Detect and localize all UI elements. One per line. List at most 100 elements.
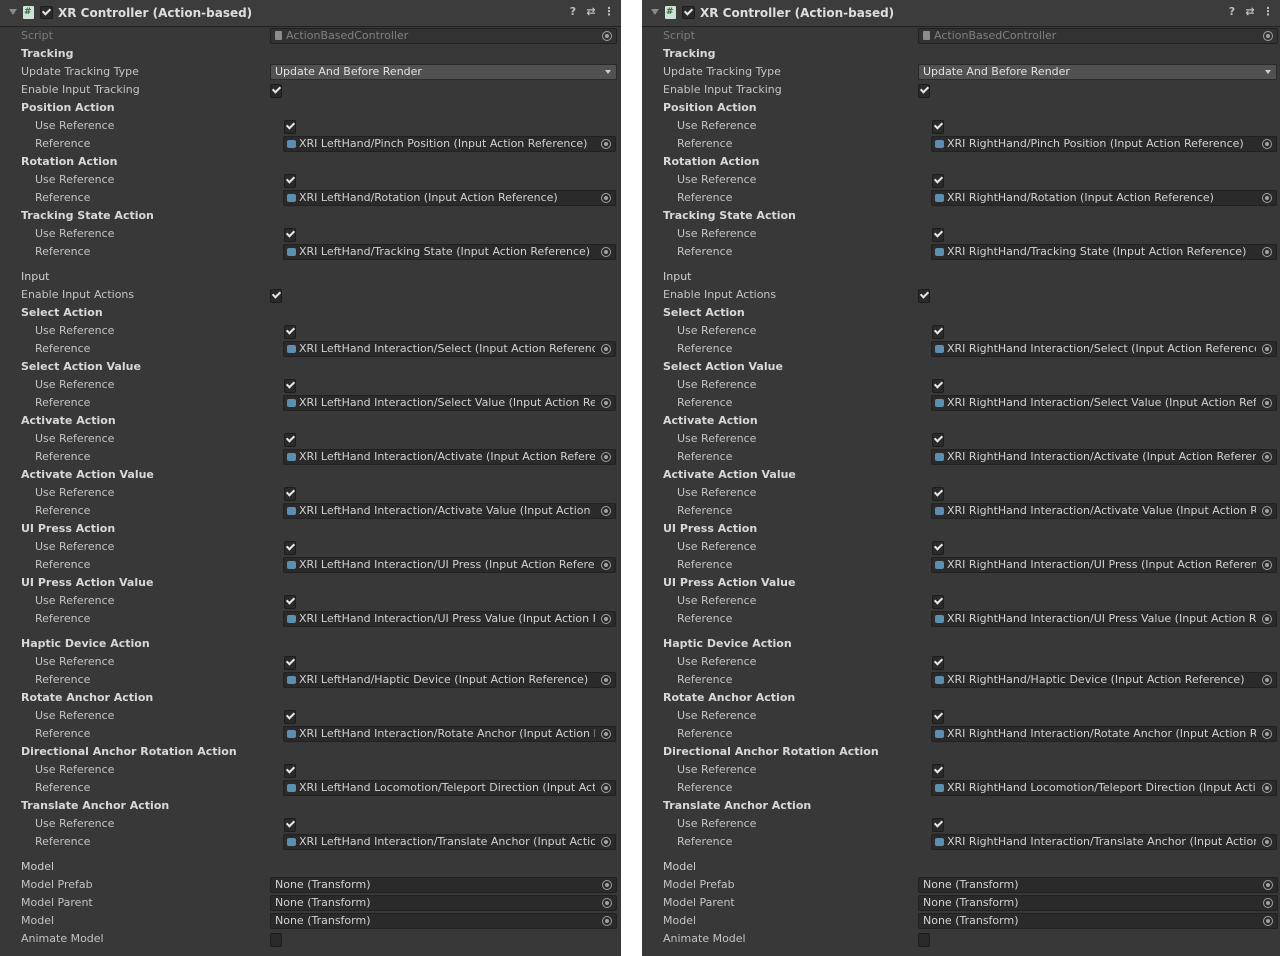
use-reference-checkbox[interactable] <box>932 764 944 778</box>
reference-field[interactable]: XRI LeftHand/Pinch Position (Input Actio… <box>283 136 616 152</box>
reference-field[interactable]: XRI LeftHand/Haptic Device (Input Action… <box>283 672 616 688</box>
use-reference-checkbox[interactable] <box>932 818 944 832</box>
reference-field[interactable]: XRI RightHand Interaction/Rotate Anchor … <box>931 726 1277 742</box>
enable-input-tracking-checkbox[interactable] <box>918 84 930 98</box>
help-icon[interactable]: ? <box>567 5 579 19</box>
object-picker-icon[interactable] <box>601 560 611 570</box>
object-picker-icon[interactable] <box>1262 506 1272 516</box>
enable-input-actions-checkbox[interactable] <box>918 289 930 303</box>
reference-field[interactable]: XRI LeftHand Locomotion/Teleport Directi… <box>283 780 616 796</box>
reference-field[interactable]: XRI LeftHand/Rotation (Input Action Refe… <box>283 190 616 206</box>
reference-field[interactable]: XRI RightHand Interaction/Activate (Inpu… <box>931 449 1277 465</box>
reference-field[interactable]: XRI RightHand/Rotation (Input Action Ref… <box>931 190 1277 206</box>
update-tracking-type-dropdown[interactable]: Update And Before Render <box>270 64 617 80</box>
object-picker-icon[interactable] <box>1262 783 1272 793</box>
object-picker-icon[interactable] <box>601 193 611 203</box>
reference-field[interactable]: XRI RightHand Interaction/UI Press (Inpu… <box>931 557 1277 573</box>
object-picker-icon[interactable] <box>602 880 612 890</box>
model-parent-field[interactable]: None (Transform) <box>270 895 617 911</box>
foldout-arrow-icon[interactable] <box>651 9 659 15</box>
reference-field[interactable]: XRI LeftHand Interaction/Rotate Anchor (… <box>283 726 616 742</box>
object-picker-icon[interactable] <box>1262 139 1272 149</box>
use-reference-checkbox[interactable] <box>932 433 944 447</box>
reference-field[interactable]: XRI RightHand Locomotion/Teleport Direct… <box>931 780 1277 796</box>
use-reference-checkbox[interactable] <box>932 228 944 242</box>
use-reference-checkbox[interactable] <box>932 656 944 670</box>
object-picker-icon[interactable] <box>601 614 611 624</box>
object-picker-icon[interactable] <box>1262 837 1272 847</box>
use-reference-checkbox[interactable] <box>932 541 944 555</box>
foldout-arrow-icon[interactable] <box>9 9 17 15</box>
object-picker-icon[interactable] <box>1262 247 1272 257</box>
use-reference-checkbox[interactable] <box>284 174 296 188</box>
reference-field[interactable]: XRI RightHand Interaction/Select (Input … <box>931 341 1277 357</box>
reference-field[interactable]: XRI RightHand/Tracking State (Input Acti… <box>931 244 1277 260</box>
use-reference-checkbox[interactable] <box>932 325 944 339</box>
update-tracking-type-dropdown[interactable]: Update And Before Render <box>918 64 1277 80</box>
presets-icon[interactable]: ⇄ <box>585 5 597 19</box>
model-field[interactable]: None (Transform) <box>270 913 617 929</box>
object-picker-icon[interactable] <box>1262 729 1272 739</box>
animate-model-checkbox[interactable] <box>270 933 282 947</box>
enable-input-tracking-checkbox[interactable] <box>270 84 282 98</box>
use-reference-checkbox[interactable] <box>284 656 296 670</box>
use-reference-checkbox[interactable] <box>284 595 296 609</box>
enable-input-actions-checkbox[interactable] <box>270 289 282 303</box>
animate-model-checkbox[interactable] <box>918 933 930 947</box>
reference-field[interactable]: XRI RightHand Interaction/Translate Anch… <box>931 834 1277 850</box>
object-picker-icon[interactable] <box>1262 560 1272 570</box>
object-picker-icon[interactable] <box>1262 614 1272 624</box>
object-picker-icon[interactable] <box>1262 193 1272 203</box>
use-reference-checkbox[interactable] <box>284 541 296 555</box>
use-reference-checkbox[interactable] <box>932 710 944 724</box>
reference-field[interactable]: XRI LeftHand Interaction/Select (Input A… <box>283 341 616 357</box>
reference-field[interactable]: XRI RightHand Interaction/Activate Value… <box>931 503 1277 519</box>
object-picker-icon[interactable] <box>601 729 611 739</box>
use-reference-checkbox[interactable] <box>932 379 944 393</box>
object-picker-icon[interactable] <box>1263 880 1273 890</box>
use-reference-checkbox[interactable] <box>284 325 296 339</box>
help-icon[interactable]: ? <box>1226 5 1238 19</box>
reference-field[interactable]: XRI RightHand Interaction/UI Press Value… <box>931 611 1277 627</box>
component-enabled-checkbox[interactable] <box>40 6 53 19</box>
use-reference-checkbox[interactable] <box>932 120 944 134</box>
object-picker-icon[interactable] <box>601 837 611 847</box>
object-picker-icon[interactable] <box>602 898 612 908</box>
object-picker-icon[interactable] <box>601 452 611 462</box>
use-reference-checkbox[interactable] <box>284 487 296 501</box>
use-reference-checkbox[interactable] <box>284 764 296 778</box>
more-options-icon[interactable]: ⋮ <box>603 5 615 19</box>
object-picker-icon[interactable] <box>601 398 611 408</box>
reference-field[interactable]: XRI LeftHand Interaction/Activate Value … <box>283 503 616 519</box>
use-reference-checkbox[interactable] <box>284 228 296 242</box>
use-reference-checkbox[interactable] <box>284 120 296 134</box>
reference-field[interactable]: XRI LeftHand Interaction/Translate Ancho… <box>283 834 616 850</box>
object-picker-icon[interactable] <box>1262 344 1272 354</box>
use-reference-checkbox[interactable] <box>284 710 296 724</box>
reference-field[interactable]: XRI RightHand/Haptic Device (Input Actio… <box>931 672 1277 688</box>
reference-field[interactable]: XRI LeftHand Interaction/Activate (Input… <box>283 449 616 465</box>
model-prefab-field[interactable]: None (Transform) <box>918 877 1278 893</box>
object-picker-icon[interactable] <box>1262 675 1272 685</box>
use-reference-checkbox[interactable] <box>932 174 944 188</box>
use-reference-checkbox[interactable] <box>932 487 944 501</box>
object-picker-icon[interactable] <box>1263 916 1273 926</box>
reference-field[interactable]: XRI LeftHand Interaction/UI Press Value … <box>283 611 616 627</box>
object-picker-icon[interactable] <box>601 139 611 149</box>
use-reference-checkbox[interactable] <box>284 433 296 447</box>
use-reference-checkbox[interactable] <box>284 818 296 832</box>
model-parent-field[interactable]: None (Transform) <box>918 895 1278 911</box>
use-reference-checkbox[interactable] <box>932 595 944 609</box>
object-picker-icon[interactable] <box>1262 398 1272 408</box>
component-header[interactable]: XR Controller (Action-based)? ⇄ ⋮ <box>642 0 1280 27</box>
object-picker-icon[interactable] <box>1263 898 1273 908</box>
reference-field[interactable]: XRI RightHand Interaction/Select Value (… <box>931 395 1277 411</box>
reference-field[interactable]: XRI LeftHand Interaction/Select Value (I… <box>283 395 616 411</box>
model-prefab-field[interactable]: None (Transform) <box>270 877 617 893</box>
object-picker-icon[interactable] <box>602 916 612 926</box>
reference-field[interactable]: XRI LeftHand/Tracking State (Input Actio… <box>283 244 616 260</box>
component-enabled-checkbox[interactable] <box>682 6 695 19</box>
object-picker-icon[interactable] <box>601 247 611 257</box>
object-picker-icon[interactable] <box>1262 452 1272 462</box>
presets-icon[interactable]: ⇄ <box>1244 5 1256 19</box>
